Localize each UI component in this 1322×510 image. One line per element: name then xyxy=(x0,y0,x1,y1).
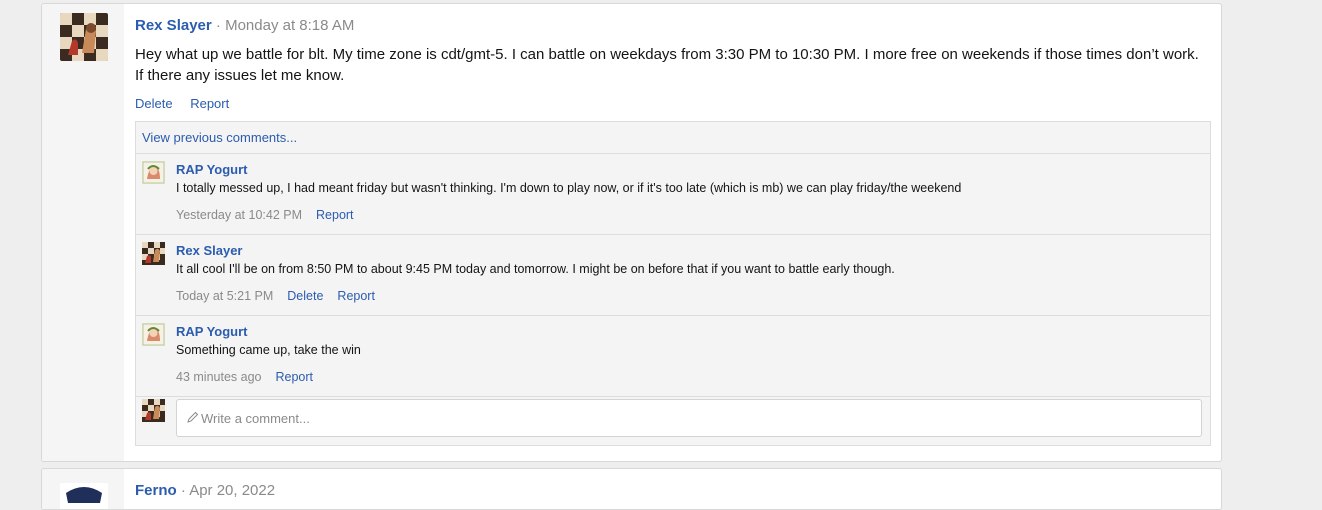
comment-item: RAP Yogurt I totally messed up, I had me… xyxy=(136,154,1210,235)
comment-time[interactable]: Today at 5:21 PM xyxy=(176,289,273,303)
post-avatar-column xyxy=(42,4,124,461)
profile-post-card: Ferno · Apr 20, 2022 xyxy=(41,468,1222,510)
post-author-link[interactable]: Rex Slayer xyxy=(135,17,212,34)
comment-meta: Yesterday at 10:42 PM Report xyxy=(176,208,1200,222)
post-content: Rex Slayer · Monday at 8:18 AM Hey what … xyxy=(135,4,1211,446)
comments-panel: View previous comments... RAP Yogurt I t… xyxy=(135,121,1211,446)
profile-post-card: Rex Slayer · Monday at 8:18 AM Hey what … xyxy=(41,3,1222,462)
post-body-line-1: Hey what up we battle for blt. My time z… xyxy=(135,46,1199,63)
post-author-link[interactable]: Ferno xyxy=(135,482,177,499)
comment-text: Something came up, take the win xyxy=(176,343,361,357)
pencil-icon xyxy=(187,400,201,438)
comment-author-link[interactable]: RAP Yogurt xyxy=(176,324,248,339)
post-avatar-column xyxy=(42,469,124,509)
report-post-link[interactable]: Report xyxy=(190,96,229,111)
comment-meta: Today at 5:21 PM Delete Report xyxy=(176,289,1200,303)
write-comment-placeholder: Write a comment... xyxy=(201,411,310,426)
write-comment-row: Write a comment... xyxy=(136,397,1210,445)
avatar-ferno[interactable] xyxy=(60,483,108,509)
post-time[interactable]: Apr 20, 2022 xyxy=(189,482,275,499)
view-previous-comments: View previous comments... xyxy=(136,122,1210,154)
comment-text: It all cool I'll be on from 8:50 PM to a… xyxy=(176,262,895,276)
avatar-rex-slayer[interactable] xyxy=(142,242,165,265)
report-comment-link[interactable]: Report xyxy=(316,208,354,222)
post-content: Ferno · Apr 20, 2022 xyxy=(135,469,1211,501)
post-header: Ferno · Apr 20, 2022 xyxy=(135,481,1211,501)
delete-comment-link[interactable]: Delete xyxy=(287,289,323,303)
view-previous-comments-link[interactable]: View previous comments... xyxy=(142,130,297,145)
header-separator: · xyxy=(215,17,221,34)
post-time[interactable]: Monday at 8:18 AM xyxy=(225,17,354,34)
comment-author-link[interactable]: Rex Slayer xyxy=(176,243,243,258)
comment-author-link[interactable]: RAP Yogurt xyxy=(176,162,248,177)
comment-time[interactable]: 43 minutes ago xyxy=(176,370,261,384)
comment-meta: 43 minutes ago Report xyxy=(176,370,1200,384)
report-comment-link[interactable]: Report xyxy=(337,289,375,303)
post-header: Rex Slayer · Monday at 8:18 AM xyxy=(135,16,1211,36)
avatar-rap-yogurt[interactable] xyxy=(142,161,165,184)
avatar-current-user xyxy=(142,399,165,422)
post-body: Hey what up we battle for blt. My time z… xyxy=(135,44,1211,86)
report-comment-link[interactable]: Report xyxy=(275,370,313,384)
comment-text: I totally messed up, I had meant friday … xyxy=(176,181,962,195)
delete-post-link[interactable]: Delete xyxy=(135,96,173,111)
avatar-rex-slayer[interactable] xyxy=(60,13,108,61)
write-comment-input[interactable]: Write a comment... xyxy=(176,399,1202,437)
post-body-line-2: If there any issues let me know. xyxy=(135,67,345,84)
comment-item: RAP Yogurt Something came up, take the w… xyxy=(136,316,1210,397)
post-actions: Delete Report xyxy=(135,96,1211,111)
header-separator: · xyxy=(180,482,186,499)
comment-time[interactable]: Yesterday at 10:42 PM xyxy=(176,208,302,222)
comment-item: Rex Slayer It all cool I'll be on from 8… xyxy=(136,235,1210,316)
avatar-rap-yogurt[interactable] xyxy=(142,323,165,346)
